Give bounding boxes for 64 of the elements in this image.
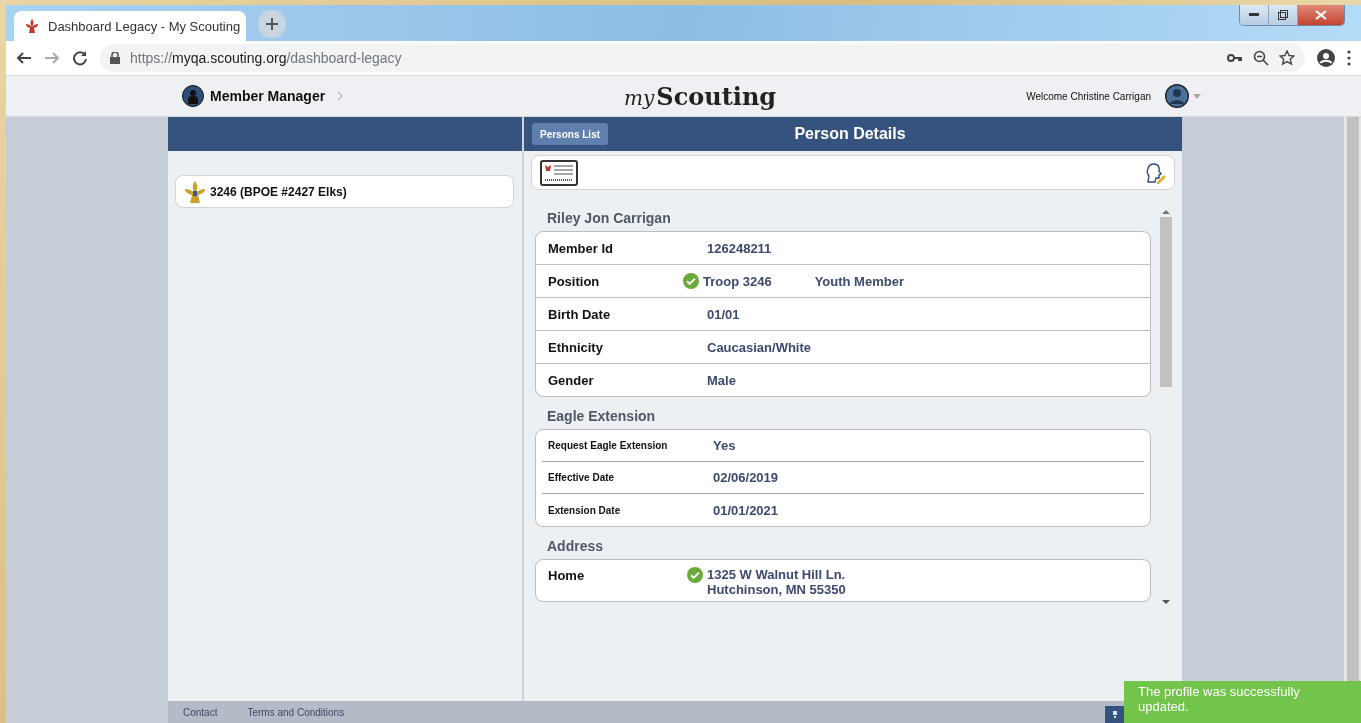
scrollbar-thumb[interactable]	[1160, 217, 1172, 387]
lock-icon	[110, 52, 120, 64]
avatar-icon[interactable]	[1165, 84, 1189, 108]
restore-icon	[1278, 10, 1288, 20]
field-value: Troop 3246	[703, 273, 772, 289]
scroll-up-icon[interactable]	[1162, 207, 1170, 217]
help-icon	[1112, 711, 1117, 718]
chevron-icon	[337, 91, 344, 101]
plus-icon	[265, 17, 279, 31]
url-text: https://myqa.scouting.org/dashboard-legacy	[130, 50, 402, 66]
persons-list-button[interactable]: Persons List	[532, 123, 609, 145]
address-line: 1325 W Walnut Hill Ln.	[707, 567, 846, 582]
fleur-de-lis-icon	[24, 18, 40, 34]
section-heading: Eagle Extension	[546, 407, 657, 426]
browser-tab[interactable]: Dashboard Legacy - My Scouting	[14, 11, 246, 41]
tab-title: Dashboard Legacy - My Scouting	[48, 18, 241, 34]
field-label: Gender	[548, 372, 595, 388]
people-icon	[182, 85, 204, 107]
footer-link[interactable]: Terms and Conditions	[247, 706, 345, 718]
field-label: Position	[548, 273, 601, 289]
restore-button[interactable]	[1268, 5, 1297, 25]
minimize-icon	[1249, 13, 1259, 17]
edit-profile-icon[interactable]	[1144, 161, 1166, 184]
field-value: Yes	[713, 438, 736, 453]
panel-title: Person Details	[793, 125, 907, 143]
field-value: 126248211	[707, 240, 772, 256]
account-icon[interactable]	[1317, 49, 1335, 67]
welcome-text: Welcome Christine Carrigan	[1026, 90, 1151, 102]
new-tab-button[interactable]	[258, 10, 286, 38]
field-value: 01/01/2021	[713, 502, 779, 518]
site-logo: myScouting	[624, 81, 777, 111]
close-window-button[interactable]	[1297, 5, 1344, 25]
app-title[interactable]: Member Manager	[210, 88, 326, 104]
reload-icon[interactable]	[72, 50, 88, 66]
minimize-button[interactable]	[1240, 5, 1268, 25]
field-value: Caucasian/White	[707, 339, 812, 355]
success-toast: The profile was successfully updated.	[1124, 681, 1361, 723]
star-icon[interactable]	[1279, 50, 1295, 66]
field-label: Extension Date	[547, 504, 622, 516]
footer-link[interactable]: Contact	[183, 706, 218, 718]
address-line: Hutchinson, MN 55350	[707, 582, 846, 597]
field-value: Male	[707, 372, 736, 388]
field-label: Birth Date	[548, 306, 612, 322]
field-label: Request Eagle Extension	[547, 440, 669, 451]
address-bar[interactable]: https://myqa.scouting.org/dashboard-legacy	[100, 44, 1305, 72]
close-icon	[1315, 10, 1327, 20]
section-heading: Riley Jon Carrigan	[546, 209, 672, 228]
field-label: Effective Date	[547, 472, 616, 483]
field-label: Member Id	[548, 240, 614, 256]
field-label: Ethnicity	[548, 339, 604, 355]
field-value: 02/06/2019	[713, 470, 779, 485]
field-label: Home	[548, 567, 586, 583]
zoom-out-icon[interactable]	[1253, 50, 1269, 66]
fleur-de-lis-icon	[184, 179, 206, 204]
id-card-icon[interactable]	[540, 159, 578, 186]
menu-icon[interactable]	[1347, 50, 1351, 66]
field-value: Youth Member	[814, 273, 904, 289]
field-value: 01/01	[707, 306, 740, 322]
scroll-down-icon[interactable]	[1162, 597, 1170, 607]
section-heading: Address	[546, 537, 605, 556]
help-button[interactable]	[1105, 706, 1124, 723]
key-icon[interactable]	[1227, 53, 1243, 63]
unit-item[interactable]: 3246 (BPOE #2427 Elks)	[175, 175, 514, 208]
back-icon[interactable]	[16, 50, 32, 66]
